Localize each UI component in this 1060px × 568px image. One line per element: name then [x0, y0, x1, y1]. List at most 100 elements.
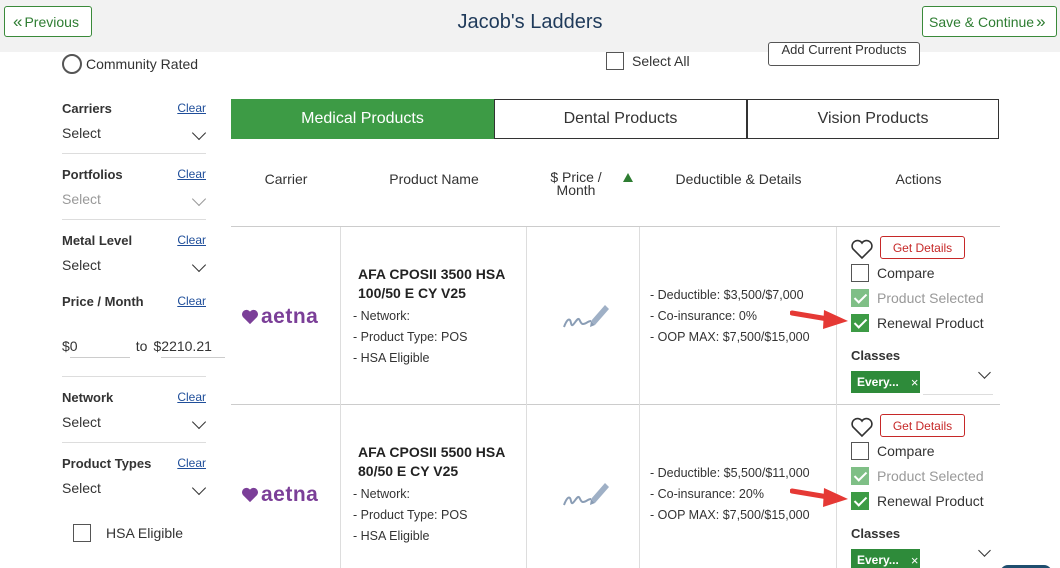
deductible-line: - Deductible: $3,500/$7,000: [650, 288, 804, 302]
remove-chip-icon[interactable]: ×: [911, 375, 919, 390]
chevron-down-icon[interactable]: [978, 544, 991, 557]
actions-cell: Get Details Compare Product Selected Ren…: [837, 227, 1000, 405]
class-chip: Every... ×: [851, 371, 920, 393]
product-types-select[interactable]: Select: [62, 480, 206, 496]
price-cell: [527, 227, 640, 405]
detail-line: - Product Type: POS: [353, 508, 468, 522]
classes-label: Classes: [851, 348, 901, 363]
carrier-cell: aetna: [231, 405, 341, 568]
get-details-button[interactable]: Get Details: [880, 414, 965, 437]
network-select[interactable]: Select: [62, 414, 206, 430]
column-header-product-name[interactable]: Product Name: [341, 171, 527, 187]
filter-label: Product Types: [62, 456, 152, 471]
compare-label: Compare: [877, 265, 935, 281]
divider: [62, 442, 206, 443]
price-min-input[interactable]: [69, 334, 130, 358]
compare-option[interactable]: Compare: [851, 442, 935, 460]
product-name-cell: AFA CPOSII 5500 HSA 80/50 E CY V25 - Net…: [341, 405, 527, 568]
renewal-product-label: Renewal Product: [877, 493, 984, 509]
filter-label: Portfolios: [62, 167, 123, 182]
hsa-eligible-label: HSA Eligible: [106, 525, 184, 541]
filter-label: Network: [62, 390, 114, 405]
currency-symbol: $: [62, 338, 70, 354]
column-header-deductible-details[interactable]: Deductible & Details: [640, 171, 837, 187]
divider: [62, 153, 206, 154]
renewal-product-checkbox[interactable]: [851, 314, 869, 332]
hsa-eligible-option[interactable]: HSA Eligible: [73, 524, 183, 542]
filter-label: Price / Month: [62, 294, 144, 309]
tab-vision-products[interactable]: Vision Products: [747, 99, 999, 139]
community-rated-radio[interactable]: [62, 54, 82, 74]
carriers-select[interactable]: Select: [62, 125, 206, 141]
renewal-product-option[interactable]: Renewal Product: [851, 314, 984, 332]
page: « Previous Jacob's Ladders Save & Contin…: [0, 0, 1060, 568]
filter-sidebar: Community Rated Carriers Clear Select Po…: [0, 52, 226, 568]
select-all-checkbox[interactable]: [606, 52, 624, 70]
table-row: aetna AFA CPOSII 5500 HSA 80/50 E CY V25…: [231, 405, 1000, 568]
remove-chip-icon[interactable]: ×: [911, 553, 919, 568]
renewal-product-checkbox[interactable]: [851, 492, 869, 510]
currency-symbol: $: [153, 338, 162, 354]
carrier-name: aetna: [261, 305, 319, 328]
chevron-down-icon[interactable]: [978, 366, 991, 379]
select-all-option[interactable]: Select All: [606, 52, 690, 70]
add-current-products-button[interactable]: Add Current Products: [768, 42, 920, 66]
clear-link[interactable]: Clear: [177, 233, 206, 247]
double-chevron-right-icon: »: [1036, 12, 1046, 31]
community-rated-option[interactable]: Community Rated: [62, 54, 198, 74]
product-name: AFA CPOSII 3500 HSA 100/50 E CY V25: [358, 266, 505, 301]
tab-medical-products[interactable]: Medical Products: [231, 99, 494, 139]
content-panel: Community Rated Carriers Clear Select Po…: [0, 42, 1060, 568]
product-selected-option[interactable]: Product Selected: [851, 467, 984, 485]
divider: [923, 394, 993, 395]
sort-ascending-icon[interactable]: [623, 173, 633, 182]
actions-cell: Get Details Compare Product Selected Ren…: [837, 405, 1000, 568]
renewal-product-label: Renewal Product: [877, 315, 984, 331]
to-label: to: [135, 338, 148, 354]
renewal-product-option[interactable]: Renewal Product: [851, 492, 984, 510]
classes-label: Classes: [851, 526, 901, 541]
product-selected-checkbox[interactable]: [851, 467, 869, 485]
compare-option[interactable]: Compare: [851, 264, 935, 282]
price-cell: [527, 405, 640, 568]
page-title: Jacob's Ladders: [457, 11, 603, 33]
heart-icon: [242, 309, 258, 325]
get-details-button[interactable]: Get Details: [880, 236, 965, 259]
deductible-line: - Deductible: $5,500/$11,000: [650, 466, 810, 480]
clear-link[interactable]: Clear: [177, 101, 206, 115]
clear-link[interactable]: Clear: [177, 390, 206, 404]
deductible-details: - Deductible: $3,500/$7,000 - Co-insuran…: [650, 285, 810, 348]
carrier-cell: aetna: [231, 227, 341, 405]
save-continue-button[interactable]: Save & Continue »: [922, 6, 1057, 37]
clear-link[interactable]: Clear: [177, 167, 206, 181]
class-chip: Every... ×: [851, 549, 920, 568]
column-header-price[interactable]: $ Price / Month: [527, 170, 625, 198]
column-header-carrier[interactable]: Carrier: [231, 171, 341, 187]
product-selected-option[interactable]: Product Selected: [851, 289, 984, 307]
carrier-name: aetna: [261, 483, 319, 506]
oop-max-line: - OOP MAX: $7,500/$15,000: [650, 330, 810, 344]
compare-checkbox[interactable]: [851, 442, 869, 460]
metal-level-select[interactable]: Select: [62, 257, 206, 273]
portfolios-select[interactable]: Select: [62, 191, 206, 207]
clear-link[interactable]: Clear: [177, 456, 206, 470]
clear-link[interactable]: Clear: [177, 294, 206, 308]
price-max-input[interactable]: [161, 334, 226, 358]
hsa-eligible-checkbox[interactable]: [73, 524, 91, 542]
product-selected-checkbox[interactable]: [851, 289, 869, 307]
product-name-cell: AFA CPOSII 3500 HSA 100/50 E CY V25 - Ne…: [341, 227, 527, 405]
tab-dental-products[interactable]: Dental Products: [494, 99, 747, 139]
price-header-line2: Month: [556, 182, 596, 198]
signature-pen-icon[interactable]: [561, 299, 611, 333]
class-chip-label: Every...: [857, 375, 899, 389]
favorite-heart-icon[interactable]: [850, 239, 874, 260]
compare-checkbox[interactable]: [851, 264, 869, 282]
product-selected-label: Product Selected: [877, 468, 984, 484]
product-tabs: Medical Products Dental Products Vision …: [231, 99, 999, 139]
coinsurance-line: - Co-insurance: 0%: [650, 309, 757, 323]
table-row: aetna AFA CPOSII 3500 HSA 100/50 E CY V2…: [231, 227, 1000, 405]
divider: [62, 219, 206, 220]
compare-label: Compare: [877, 443, 935, 459]
signature-pen-icon[interactable]: [561, 477, 611, 511]
favorite-heart-icon[interactable]: [850, 417, 874, 438]
